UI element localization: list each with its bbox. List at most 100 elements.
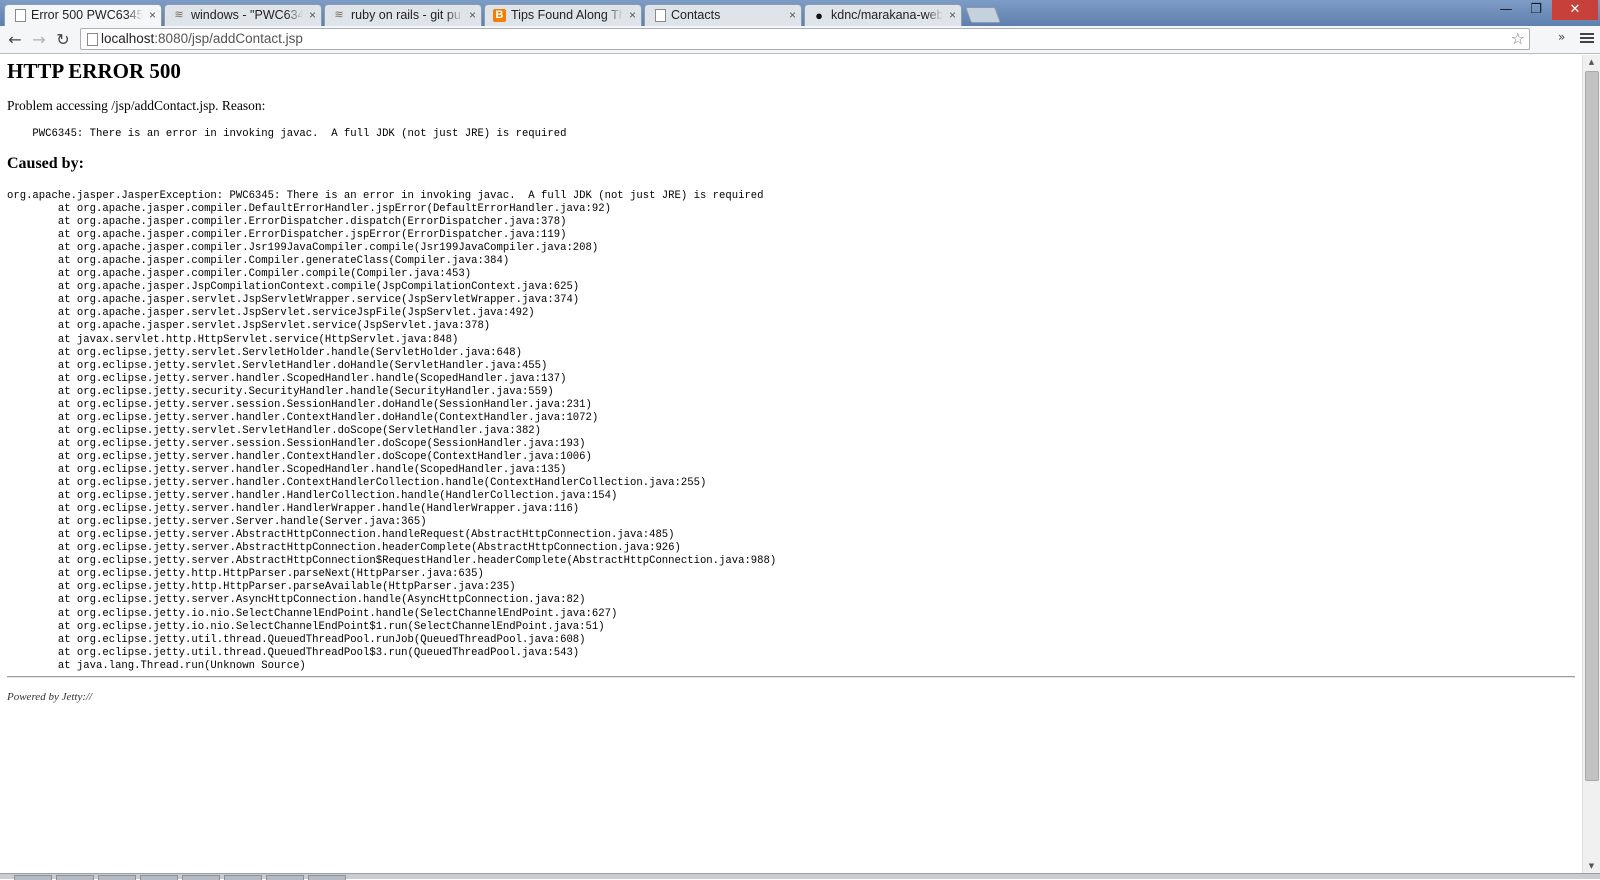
stack-trace: org.apache.jasper.JasperException: PWC63… [7,190,776,673]
url-path: :8080/jsp/addContact.jsp [154,31,303,46]
stack-frame: at org.eclipse.jetty.server.AbstractHttp… [57,529,675,542]
divider [7,676,1575,678]
browser-toolbar: ← → ↻ localhost:8080/jsp/addContact.jsp … [0,26,1600,54]
stack-frame: at javax.servlet.http.HttpServlet.servic… [57,333,459,346]
stack-frame: at org.eclipse.jetty.http.HttpParser.par… [57,568,484,581]
maximize-button[interactable]: ❐ [1520,0,1552,20]
stack-frame: at org.eclipse.jetty.server.handler.Hand… [57,503,580,516]
tab-label: ruby on rails - git pu [351,8,461,22]
caused-by-heading: Caused by: [7,155,84,172]
stack-frame: at org.eclipse.jetty.server.handler.Cont… [57,411,599,424]
bookmark-star-icon[interactable]: ☆ [1511,29,1525,49]
tab-github[interactable]: ● kdnc/marakana-web × [804,4,962,26]
stack-frame: at org.eclipse.jetty.server.handler.Scop… [57,372,567,385]
page-content: HTTP ERROR 500 Problem accessing /jsp/ad… [0,55,1582,873]
page-title: HTTP ERROR 500 [7,59,181,83]
tab-blogger-tips[interactable]: B Tips Found Along Th × [484,4,642,26]
taskbar-item[interactable] [140,875,178,880]
tab-error-500[interactable]: Error 500 PWC6345: × [4,4,162,26]
tab-contacts[interactable]: Contacts × [644,4,802,26]
tab-label: Contacts [671,8,721,22]
tab-label: Tips Found Along Th [511,8,623,22]
taskbar-item[interactable] [14,875,52,880]
taskbar-item[interactable] [308,875,346,880]
scrollbar-thumb[interactable] [1585,71,1599,781]
reload-icon[interactable]: ↻ [53,30,73,50]
tab-close-icon[interactable]: × [949,5,956,25]
stack-frame: at org.apache.jasper.compiler.Jsr199Java… [57,242,599,255]
back-icon[interactable]: ← [5,30,25,50]
stack-frame: at org.eclipse.jetty.server.handler.Scop… [57,463,567,476]
scroll-up-icon[interactable]: ▲ [1583,55,1600,69]
stack-frame: at org.eclipse.jetty.server.AbstractHttp… [57,542,681,555]
scroll-down-icon[interactable]: ▼ [1583,859,1600,873]
new-tab-button[interactable] [965,7,1001,23]
page-icon [655,9,666,22]
stack-frame: at org.apache.jasper.servlet.JspServletW… [57,294,580,307]
taskbar-item[interactable] [266,875,304,880]
stack-frame: at org.apache.jasper.compiler.Compiler.g… [57,255,510,268]
problem-text: Problem accessing /jsp/addContact.jsp. R… [7,98,266,113]
taskbar-item[interactable] [182,875,220,880]
stack-frame: at org.eclipse.jetty.servlet.ServletHand… [57,359,548,372]
tab-strip: Error 500 PWC6345: × ≋ windows - "PWC634… [0,0,1600,26]
taskbar-item[interactable] [56,875,94,880]
stack-frame: at org.eclipse.jetty.server.AbstractHttp… [57,555,777,568]
page-icon [15,9,26,22]
taskbar-item[interactable] [224,875,262,880]
stack-frame: at org.eclipse.jetty.server.handler.Hand… [57,490,618,503]
tab-stackoverflow-rails[interactable]: ≋ ruby on rails - git pu × [324,4,482,26]
stack-frame: at org.eclipse.jetty.server.Server.handl… [57,516,427,529]
minimize-button[interactable]: — [1490,0,1522,20]
stack-frame: at org.eclipse.jetty.util.thread.QueuedT… [57,633,586,646]
forward-icon[interactable]: → [29,30,49,50]
exception-line: org.apache.jasper.JasperException: PWC63… [7,190,764,202]
tab-label: Error 500 PWC6345: [31,8,143,22]
stack-frame: at org.apache.jasper.compiler.ErrorDispa… [57,216,567,229]
blogger-icon: B [493,9,506,22]
stack-frame: at org.eclipse.jetty.server.session.Sess… [57,437,586,450]
taskbar-item[interactable] [98,875,136,880]
tab-label: kdnc/marakana-web [831,8,943,22]
stack-frame: at org.eclipse.jetty.servlet.ServletHold… [57,346,522,359]
address-bar[interactable]: localhost:8080/jsp/addContact.jsp ☆ [80,28,1530,50]
stack-frame: at org.eclipse.jetty.server.handler.Cont… [57,477,707,490]
error-message: PWC6345: There is an error in invoking j… [7,128,567,140]
stack-frame: at org.apache.jasper.servlet.JspServlet.… [57,320,491,333]
stackoverflow-icon: ≋ [334,9,344,21]
stack-frames: at org.apache.jasper.compiler.DefaultErr… [7,203,776,672]
github-icon: ● [815,8,823,23]
tab-stackoverflow-windows[interactable]: ≋ windows - "PWC6345 × [164,4,322,26]
vertical-scrollbar[interactable]: ▲ ▼ [1582,55,1600,873]
stack-frame: at org.eclipse.jetty.servlet.ServletHand… [57,424,542,437]
stack-frame: at org.apache.jasper.compiler.DefaultErr… [57,203,611,216]
stack-frame: at org.eclipse.jetty.server.session.Sess… [57,398,592,411]
stack-frame: at org.eclipse.jetty.io.nio.SelectChanne… [57,620,605,633]
tab-close-icon[interactable]: × [789,5,796,25]
powered-by-footer: Powered by Jetty:// [7,691,93,703]
tab-close-icon[interactable]: × [149,5,156,25]
stack-frame: at org.eclipse.jetty.server.AsyncHttpCon… [57,594,586,607]
tab-close-icon[interactable]: × [309,5,316,25]
stack-frame: at org.apache.jasper.servlet.JspServlet.… [57,307,535,320]
stack-frame: at org.eclipse.jetty.http.HttpParser.par… [57,581,516,594]
url-text[interactable]: localhost:8080/jsp/addContact.jsp [101,29,303,49]
stack-frame: at org.apache.jasper.compiler.Compiler.c… [57,268,472,281]
tab-label: windows - "PWC6345 [191,8,303,22]
taskbar-strip [0,873,1600,880]
stack-frame: at org.apache.jasper.JspCompilationConte… [57,281,580,294]
stackoverflow-icon: ≋ [174,9,184,21]
page-icon [87,33,98,46]
extensions-overflow-icon[interactable]: » [1558,30,1565,44]
stack-frame: at org.apache.jasper.compiler.ErrorDispa… [57,229,567,242]
menu-icon[interactable] [1580,31,1594,44]
stack-frame: at org.eclipse.jetty.io.nio.SelectChanne… [57,607,618,620]
tab-close-icon[interactable]: × [629,5,636,25]
tab-close-icon[interactable]: × [469,5,476,25]
stack-frame: at java.lang.Thread.run(Unknown Source) [57,659,306,672]
stack-frame: at org.eclipse.jetty.server.handler.Cont… [57,450,592,463]
url-host: localhost [101,31,155,46]
stack-frame: at org.eclipse.jetty.security.SecurityHa… [57,385,554,398]
stack-frame: at org.eclipse.jetty.util.thread.QueuedT… [57,646,580,659]
window-close-button[interactable]: ✕ [1552,0,1598,20]
